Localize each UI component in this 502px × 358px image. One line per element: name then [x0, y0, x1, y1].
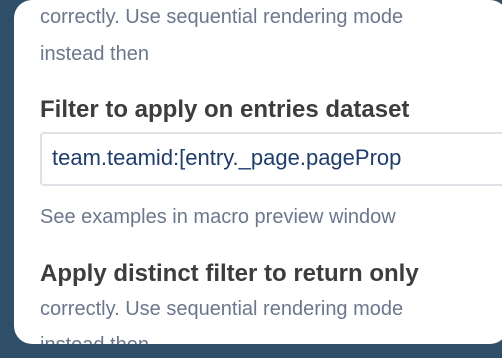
filter-field-hint: See examples in macro preview window: [40, 206, 396, 228]
distinct-filter-label: Apply distinct filter to return only: [40, 260, 419, 287]
macro-parameters-panel: correctly. Use sequential rendering mode…: [14, 0, 502, 344]
previous-field-description-line2: instead then: [40, 43, 149, 65]
filter-field-label: Filter to apply on entries dataset: [40, 96, 410, 123]
distinct-filter-description-line1: correctly. Use sequential rendering mode: [40, 298, 404, 320]
filter-input[interactable]: team.teamid:[entry._page.pageProp: [40, 132, 502, 186]
distinct-filter-description-line2: instead then: [40, 334, 149, 344]
previous-field-description-line1: correctly. Use sequential rendering mode: [40, 6, 404, 28]
filter-input-value: team.teamid:[entry._page.pageProp: [52, 145, 402, 170]
